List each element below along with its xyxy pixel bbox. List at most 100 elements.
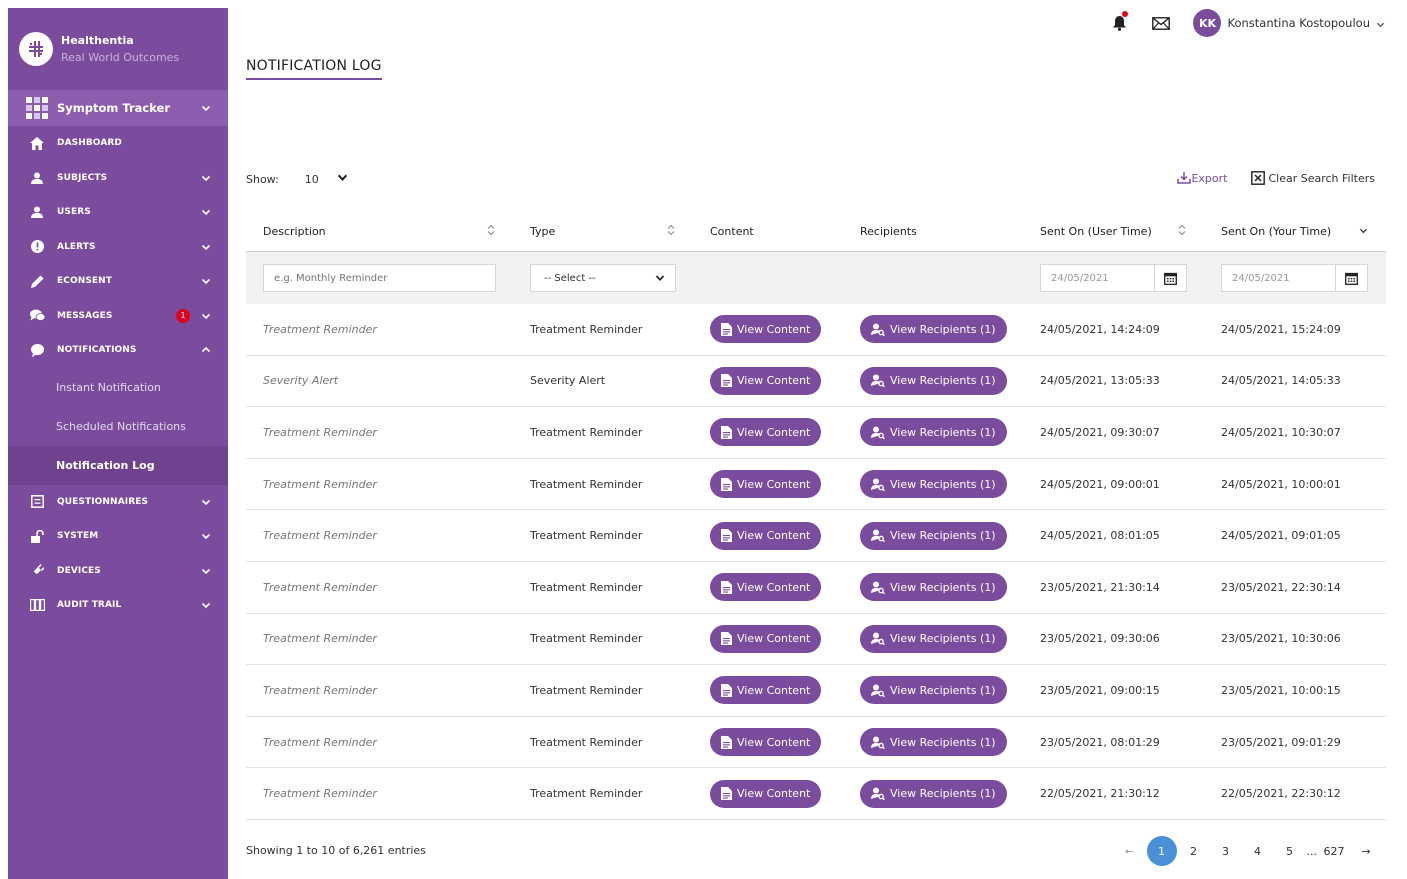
view-recipients-button[interactable]: View Recipients (1) [860, 728, 1007, 757]
type-filter-select[interactable]: -- Select -- [530, 264, 676, 292]
view-recipients-button[interactable]: View Recipients (1) [860, 676, 1007, 705]
row-type: Treatment Reminder [530, 787, 643, 801]
sidebar-item-label: DEVICES [57, 565, 101, 576]
view-content-button[interactable]: View Content [710, 521, 822, 550]
columns-icon [29, 597, 45, 613]
chevron-down-icon [200, 102, 212, 114]
sidebar-subitem-notification-log[interactable]: Notification Log [8, 445, 228, 485]
sidebar-item-label: DASHBOARD [57, 138, 122, 149]
view-recipients-button[interactable]: View Recipients (1) [860, 521, 1007, 550]
pagination-page[interactable]: 2 [1179, 836, 1209, 866]
row-type: Severity Alert [530, 374, 606, 388]
view-content-button[interactable]: View Content [710, 315, 822, 344]
module-label: Symptom Tracker [57, 101, 171, 115]
file-icon [721, 529, 732, 543]
close-square-icon [1251, 171, 1266, 185]
sidebar-item-notifications[interactable]: NOTIFICATIONS [8, 333, 228, 368]
pagination-page[interactable]: 3 [1211, 836, 1241, 866]
sidebar-item-system[interactable]: SYSTEM [8, 519, 228, 554]
view-recipients-button[interactable]: View Recipients (1) [860, 779, 1007, 808]
calendar-icon[interactable] [1155, 264, 1187, 292]
table-row: Severity Alert Severity Alert View Conte… [246, 356, 1386, 408]
view-recipients-button[interactable]: View Recipients (1) [860, 418, 1007, 447]
view-content-button[interactable]: View Content [710, 676, 822, 705]
exclamation-circle-icon [29, 239, 45, 255]
view-recipients-button[interactable]: View Recipients (1) [860, 366, 1007, 395]
sidebar-item-users[interactable]: USERS [8, 195, 228, 230]
view-content-button[interactable]: View Content [710, 366, 822, 395]
pagination-page[interactable]: 5 [1275, 836, 1305, 866]
table-tools: Export Clear Search Filters [1177, 171, 1375, 185]
user-time-date-input[interactable]: 24/05/2021 [1040, 264, 1155, 292]
pagination-ellipsis: ... [1306, 844, 1318, 858]
description-filter-input[interactable] [263, 264, 496, 292]
row-description: Treatment Reminder [263, 580, 377, 594]
clear-filters-button[interactable]: Clear Search Filters [1251, 171, 1375, 185]
pagination-next[interactable]: → [1351, 836, 1381, 866]
export-button[interactable]: Export [1177, 172, 1227, 185]
avatar[interactable]: KK [1193, 9, 1222, 37]
topbar: KK Konstantina Kostopoulou [1109, 8, 1385, 38]
file-icon [721, 477, 732, 491]
sidebar-subitem-instant-notification[interactable]: Instant Notification [8, 368, 228, 407]
sidebar-subitem-scheduled-notifications[interactable]: Scheduled Notifications [8, 407, 228, 446]
sidebar-item-alerts[interactable]: ALERTS [8, 230, 228, 265]
view-recipients-label: View Recipients (1) [890, 374, 996, 388]
header-label: Content [710, 225, 754, 238]
view-recipients-button[interactable]: View Recipients (1) [860, 470, 1007, 499]
view-content-button[interactable]: View Content [710, 573, 822, 602]
pagination-page[interactable]: 627 [1319, 836, 1349, 866]
sidebar-item-audit-trail[interactable]: AUDIT TRAIL [8, 588, 228, 623]
sidebar-item-econsent[interactable]: ECONSENT [8, 264, 228, 299]
envelope-icon[interactable] [1151, 13, 1171, 33]
view-content-button[interactable]: View Content [710, 418, 822, 447]
sidebar-item-subjects[interactable]: SUBJECTS [8, 161, 228, 196]
row-sent-your-time: 23/05/2021, 22:30:14 [1221, 580, 1341, 594]
module-selector[interactable]: Symptom Tracker [8, 90, 228, 126]
brand[interactable]: Healthentia Real World Outcomes [8, 8, 228, 90]
view-recipients-button[interactable]: View Recipients (1) [860, 624, 1007, 653]
page-size-control: Show: 10 [246, 172, 348, 186]
chevron-down-icon[interactable] [337, 172, 348, 186]
column-header-sent-user-time[interactable]: Sent On (User Time) [1023, 212, 1204, 251]
view-recipients-button[interactable]: View Recipients (1) [860, 315, 1007, 344]
row-sent-user-time: 24/05/2021, 09:30:07 [1040, 425, 1160, 439]
user-icon [29, 170, 45, 186]
sidebar-item-messages[interactable]: MESSAGES 1 [8, 299, 228, 334]
your-time-date-input[interactable]: 24/05/2021 [1221, 264, 1336, 292]
row-description: Treatment Reminder [263, 529, 377, 543]
user-search-icon [871, 374, 885, 388]
bell-icon[interactable] [1109, 11, 1129, 33]
user-search-icon [871, 323, 885, 336]
sort-icon [487, 224, 495, 239]
sidebar-item-dashboard[interactable]: DASHBOARD [8, 126, 228, 161]
pagination-page[interactable]: 1 [1146, 836, 1177, 866]
view-content-button[interactable]: View Content [710, 728, 822, 757]
column-header-description[interactable]: Description [246, 212, 513, 251]
view-content-button[interactable]: View Content [710, 779, 822, 808]
chevron-down-icon [200, 496, 212, 508]
pagination-page[interactable]: 4 [1243, 836, 1273, 866]
file-icon [721, 787, 732, 801]
table-row: Treatment Reminder Treatment Reminder Vi… [246, 304, 1386, 356]
view-recipients-button[interactable]: View Recipients (1) [860, 573, 1007, 602]
table-info: Showing 1 to 10 of 6,261 entries [246, 844, 426, 857]
sidebar-item-devices[interactable]: DEVICES [8, 554, 228, 589]
brand-tagline: Real World Outcomes [61, 51, 180, 64]
view-content-button[interactable]: View Content [710, 470, 822, 499]
chevron-down-icon[interactable] [1376, 14, 1385, 33]
calendar-icon[interactable] [1336, 264, 1368, 292]
user-name[interactable]: Konstantina Kostopoulou [1227, 16, 1370, 30]
pagination-prev[interactable]: ← [1115, 836, 1145, 866]
view-recipients-label: View Recipients (1) [890, 322, 996, 336]
page-size-select[interactable]: 10 [305, 173, 319, 186]
view-content-button[interactable]: View Content [710, 624, 822, 653]
column-header-sent-your-time[interactable]: Sent On (Your Time) [1204, 212, 1386, 251]
user-search-icon [871, 581, 885, 594]
chevron-down-icon [200, 599, 212, 611]
sidebar-item-questionnaires[interactable]: QUESTIONNAIRES [8, 485, 228, 520]
brand-name: Healthentia [61, 34, 134, 47]
column-header-type[interactable]: Type [513, 212, 693, 251]
row-sent-your-time: 23/05/2021, 10:00:15 [1221, 683, 1341, 697]
view-content-label: View Content [737, 529, 811, 543]
